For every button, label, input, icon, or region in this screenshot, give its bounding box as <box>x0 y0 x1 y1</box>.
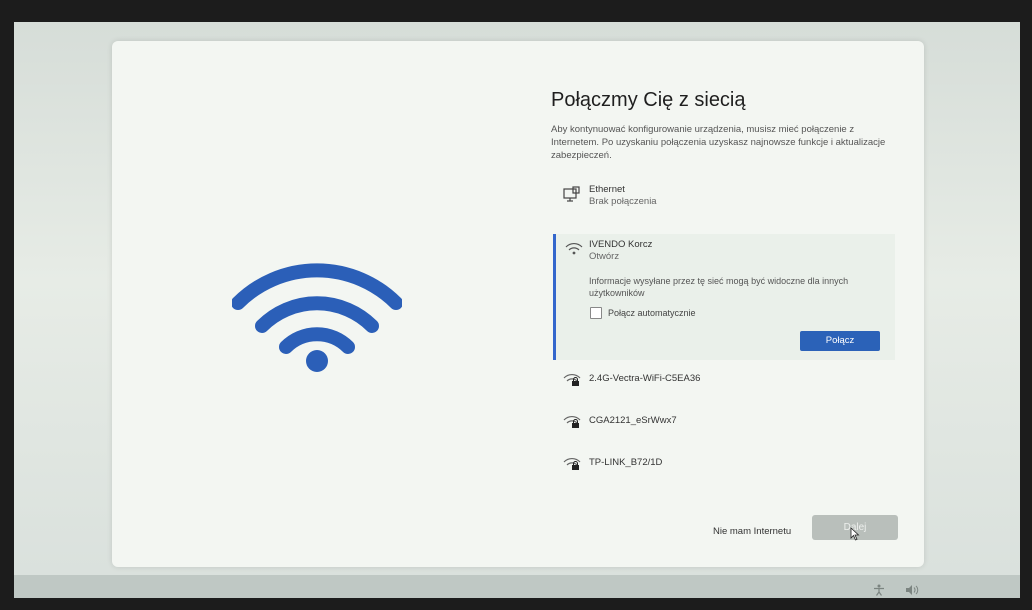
no-internet-link[interactable]: Nie mam Internetu <box>713 526 791 537</box>
selected-network-name: IVENDO Korcz <box>589 239 653 250</box>
page-title: Połączmy Cię z siecią <box>551 89 746 111</box>
network-name: Ethernet <box>589 184 625 195</box>
wifi-locked-icon <box>563 458 581 470</box>
network-privacy-info: Informacje wysyłane przez tę sieć mogą b… <box>589 276 849 298</box>
mouse-cursor-icon <box>850 527 860 541</box>
auto-connect-label: Połącz automatycznie <box>608 308 696 318</box>
wifi-locked-icon <box>563 416 581 428</box>
wifi-locked-icon <box>563 374 581 386</box>
accessibility-icon[interactable] <box>873 584 885 596</box>
volume-icon[interactable] <box>905 584 919 596</box>
auto-connect-checkbox[interactable] <box>590 307 602 319</box>
ethernet-icon <box>563 186 580 202</box>
network-status: Brak połączenia <box>589 196 657 207</box>
network-name: CGA2121_eSrWwx7 <box>589 415 677 426</box>
network-item[interactable]: CGA2121_eSrWwx7 <box>551 413 921 433</box>
network-name: 2.4G-Vectra-WiFi-C5EA36 <box>589 373 701 384</box>
connect-button[interactable]: Połącz <box>800 331 880 351</box>
taskbar-strip <box>14 575 1020 598</box>
network-item[interactable]: TP-LINK_B72/1D <box>551 455 921 475</box>
network-name: TP-LINK_B72/1D <box>589 457 663 468</box>
selected-network-panel[interactable]: IVENDO Korcz Otwórz Informacje wysyłane … <box>553 234 895 360</box>
selected-network-status: Otwórz <box>589 251 620 262</box>
wifi-icon <box>565 243 583 255</box>
setup-card: Połączmy Cię z siecią Aby kontynuować ko… <box>112 41 924 567</box>
network-item[interactable]: 2.4G-Vectra-WiFi-C5EA36 <box>551 371 921 391</box>
network-item-ethernet[interactable]: Ethernet Brak połączenia <box>551 184 921 214</box>
page-description: Aby kontynuować konfigurowanie urządzeni… <box>551 124 886 161</box>
wifi-illustration-icon <box>232 263 402 372</box>
